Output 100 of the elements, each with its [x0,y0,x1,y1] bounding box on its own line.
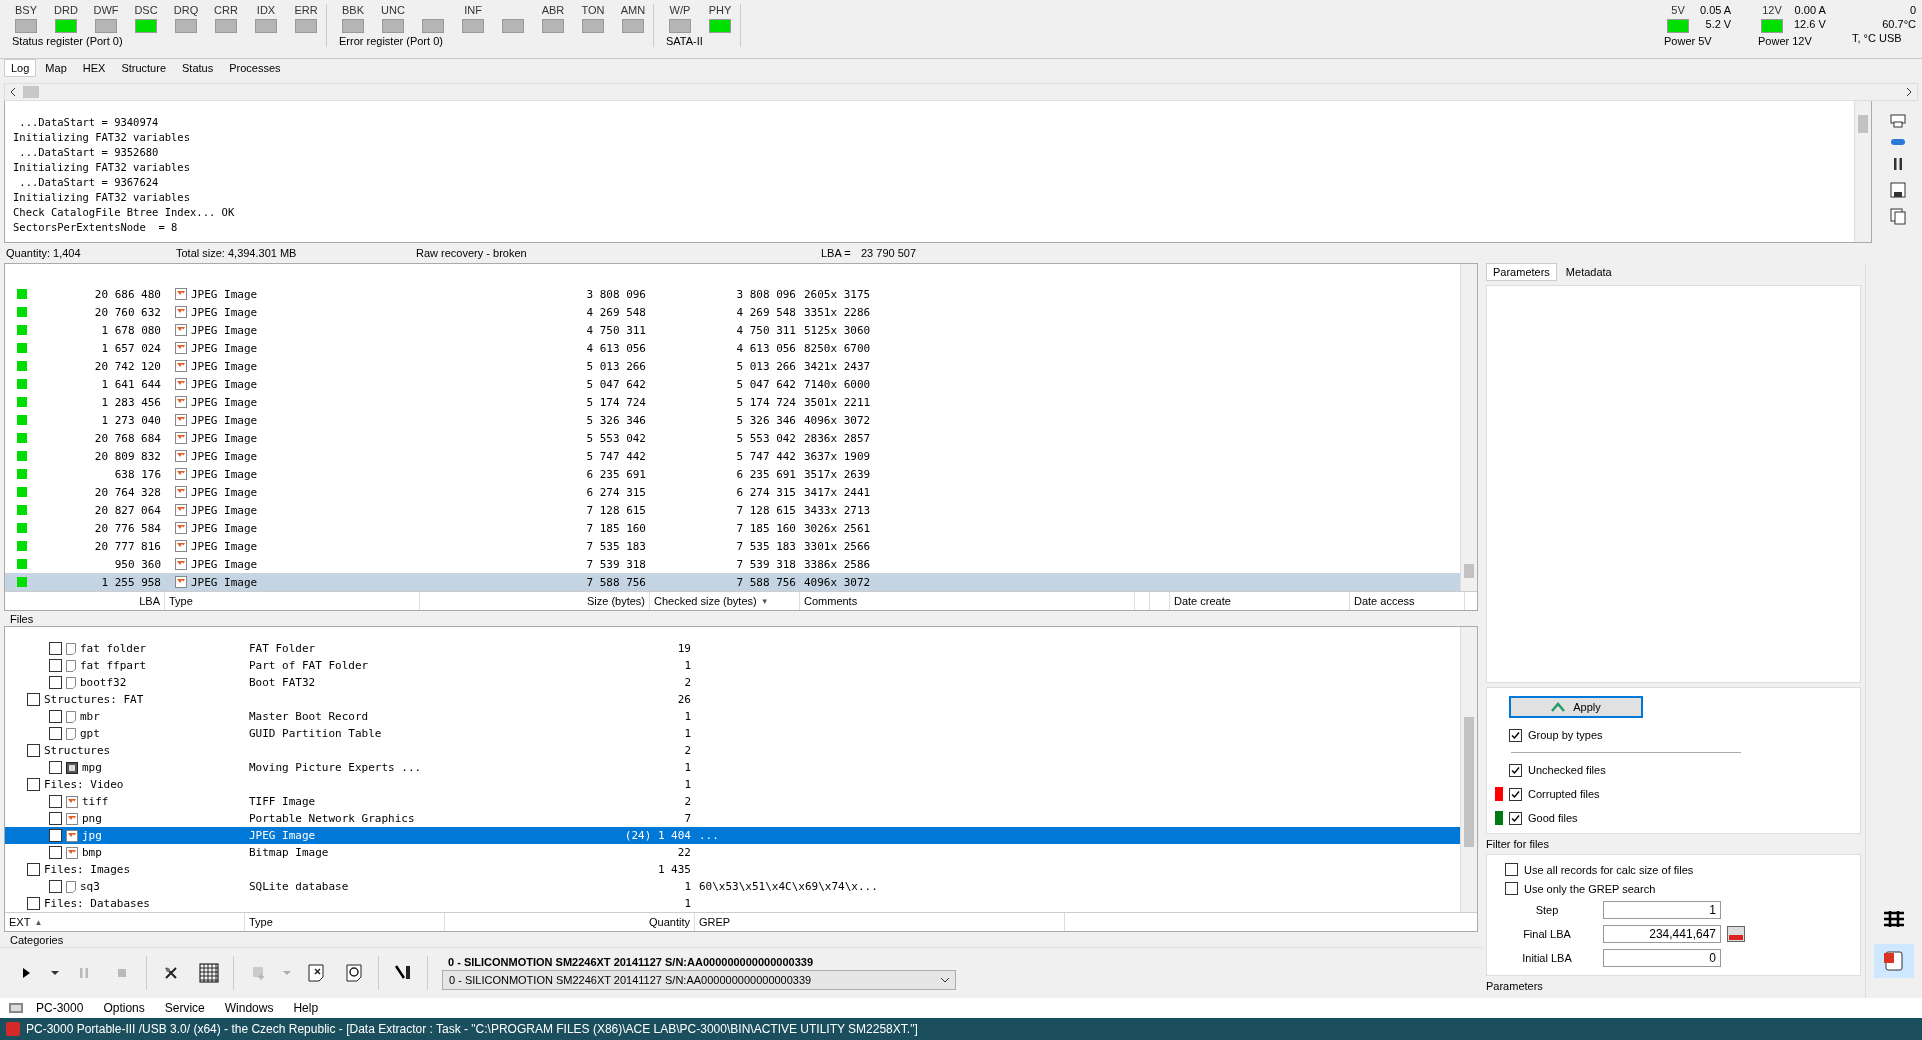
tree-row[interactable]: sq3 SQLite database 1 60\x53\x51\x4C\x69\x74\x... [5,878,1461,895]
caret-icon [51,969,59,977]
checkbox[interactable] [49,676,62,689]
checkbox[interactable] [1505,863,1518,876]
column-header[interactable]: LBA [5,592,165,610]
device-dropdown[interactable]: 0 - SILICONMOTION SM2246XT 20141127 S/N:AA000000000000000339 [442,970,956,990]
column-header[interactable]: GREP [695,913,1065,931]
tree-row[interactable]: Structures 2 [5,742,1461,759]
table-cell: 7 128 615 [736,503,796,517]
file-row[interactable]: 20 776 584 JPEG Image 7 185 160 7 185 160 3026x 2561 [5,519,1461,537]
input-field[interactable]: 234,441,647 [1603,925,1721,943]
table-cell: 1 [684,727,691,740]
file-row[interactable]: 1 255 958 JPEG Image 7 588 756 7 588 756 4096x 3072 [5,573,1461,591]
mode-text: Raw recovery - broken [416,247,528,259]
file-row[interactable]: 950 360 JPEG Image 7 539 318 7 539 318 3386x 2586 [5,555,1461,573]
checkbox[interactable] [49,710,62,723]
table-cell: 20 742 120 [94,359,161,373]
tab[interactable]: Log [4,59,37,77]
table-cell: 3637x 1909 [804,449,871,463]
scrollbar[interactable] [1460,264,1477,591]
scrollbar-thumb[interactable] [23,86,39,98]
drive-button[interactable] [1874,944,1915,978]
tree-label: Files: Video [44,778,124,791]
column-header[interactable]: EXT ▲ [5,913,245,931]
checkbox[interactable] [49,795,62,808]
input-field[interactable]: 0 [1603,949,1721,967]
table-cell: 1 283 456 [101,395,161,409]
horizontal-scrollbar[interactable] [4,83,1918,101]
checkbox[interactable] [49,727,62,740]
checkbox[interactable] [49,846,62,859]
column-header[interactable]: Type [245,913,445,931]
checkbox[interactable] [1509,811,1522,825]
column-header[interactable]: Quantity [445,913,695,931]
file-row[interactable]: 20 686 480 JPEG Image 3 808 096 3 808 096 2605x 3175 [5,285,1461,303]
checkbox[interactable] [1509,763,1522,777]
column-header[interactable]: Checked size (bytes) ▼ [650,592,800,610]
checkbox[interactable] [49,812,62,825]
checkbox[interactable] [49,829,62,842]
checkbox[interactable] [49,761,62,774]
tree-row[interactable]: jpg JPEG Image (24) 1 404 ... [5,827,1461,844]
tree-row[interactable]: bootf32 Boot FAT32 2 [5,674,1461,691]
file-row[interactable]: 1 657 024 JPEG Image 4 613 056 4 613 056 8250x 6700 [5,339,1461,357]
indicator-label: ABR [541,4,565,17]
tree-row[interactable]: tiff TIFF Image 2 [5,793,1461,810]
table-cell: ... [699,829,719,842]
menu-item[interactable]: Service [156,1001,213,1015]
tree-row[interactable]: mpg Moving Picture Experts ... 1 [5,759,1461,776]
checkbox[interactable] [27,744,40,757]
menu-item[interactable]: Options [95,1001,153,1015]
column-header[interactable]: Size (bytes) [420,592,650,610]
scrollbar[interactable] [1854,101,1871,242]
scrollbar[interactable] [1460,627,1477,912]
column-header[interactable]: Comments [800,592,1135,610]
column-header[interactable]: Type [165,592,420,610]
checkbox[interactable] [49,880,62,893]
checkbox[interactable] [49,659,62,672]
tree-row[interactable]: Files: Video 1 [5,776,1461,793]
file-row[interactable]: 1 283 456 JPEG Image 5 174 724 5 174 724 3501x 2211 [5,393,1461,411]
file-row[interactable]: 20 827 064 JPEG Image 7 128 615 7 128 615 3433x 2713 [5,501,1461,519]
file-row[interactable]: 20 768 684 JPEG Image 5 553 042 5 553 042 2836x 2857 [5,429,1461,447]
tree-row[interactable]: Files: Databases 1 [5,895,1461,912]
file-row[interactable]: 1 678 080 JPEG Image 4 750 311 4 750 311 5125x 3060 [5,321,1461,339]
indicator-label: 12V [1762,4,1782,17]
checkbox[interactable] [27,693,40,706]
checkbox[interactable] [1505,882,1518,895]
checkbox[interactable] [49,642,62,655]
menu-item[interactable]: Help [285,1001,327,1015]
input-field[interactable]: 1 [1603,901,1721,919]
log-line: Initializing FAT32 variables [13,191,191,205]
column-header[interactable]: Date access [1350,592,1465,610]
tree-row[interactable]: fat ffpart Part of FAT Folder 1 [5,657,1461,674]
tree-row[interactable]: mbr Master Boot Record 1 [5,708,1461,725]
file-row[interactable]: 20 742 120 JPEG Image 5 013 266 5 013 266 3421x 2437 [5,357,1461,375]
tree-row[interactable]: Structures: FAT 26 [5,691,1461,708]
file-row[interactable]: 20 760 632 JPEG Image 4 269 548 4 269 548 3351x 2286 [5,303,1461,321]
table-cell: 4 613 056 [736,341,796,355]
menu-item[interactable]: Windows [216,1001,282,1015]
file-row[interactable]: 638 176 JPEG Image 6 235 691 6 235 691 3517x 2639 [5,465,1461,483]
tree-row[interactable]: Files: Images 1 435 [5,861,1461,878]
file-row[interactable]: 20 809 832 JPEG Image 5 747 442 5 747 442 3637x 1909 [5,447,1461,465]
checkbox[interactable] [27,863,40,876]
file-row[interactable]: 1 641 644 JPEG Image 5 047 642 5 047 642 7140x 6000 [5,375,1461,393]
tree-row[interactable]: bmp Bitmap Image 22 [5,844,1461,861]
tab[interactable]: Parameters [1486,263,1557,281]
file-row[interactable]: 20 764 328 JPEG Image 6 274 315 6 274 315 3417x 2441 [5,483,1461,501]
checkbox[interactable] [27,897,40,910]
table-cell: JPEG Image [191,503,258,517]
table-cell: 4 750 311 [586,323,646,337]
tree-row[interactable]: png Portable Network Graphics 7 [5,810,1461,827]
tree-row[interactable]: gpt GUID Partition Table 1 [5,725,1461,742]
checkbox[interactable] [1509,728,1522,742]
menu-item[interactable]: PC-3000 [28,1001,92,1015]
tree-row[interactable]: fat folder FAT Folder 19 [5,640,1461,657]
checkbox[interactable] [27,778,40,791]
table-cell: 3421x 2437 [804,359,871,373]
apply-button[interactable]: Apply [1509,696,1643,718]
file-row[interactable]: 20 777 816 JPEG Image 7 535 183 7 535 183 3301x 2566 [5,537,1461,555]
column-header[interactable]: Date create [1170,592,1350,610]
file-row[interactable]: 1 273 040 JPEG Image 5 326 346 5 326 346 4096x 3072 [5,411,1461,429]
checkbox[interactable] [1509,787,1522,801]
